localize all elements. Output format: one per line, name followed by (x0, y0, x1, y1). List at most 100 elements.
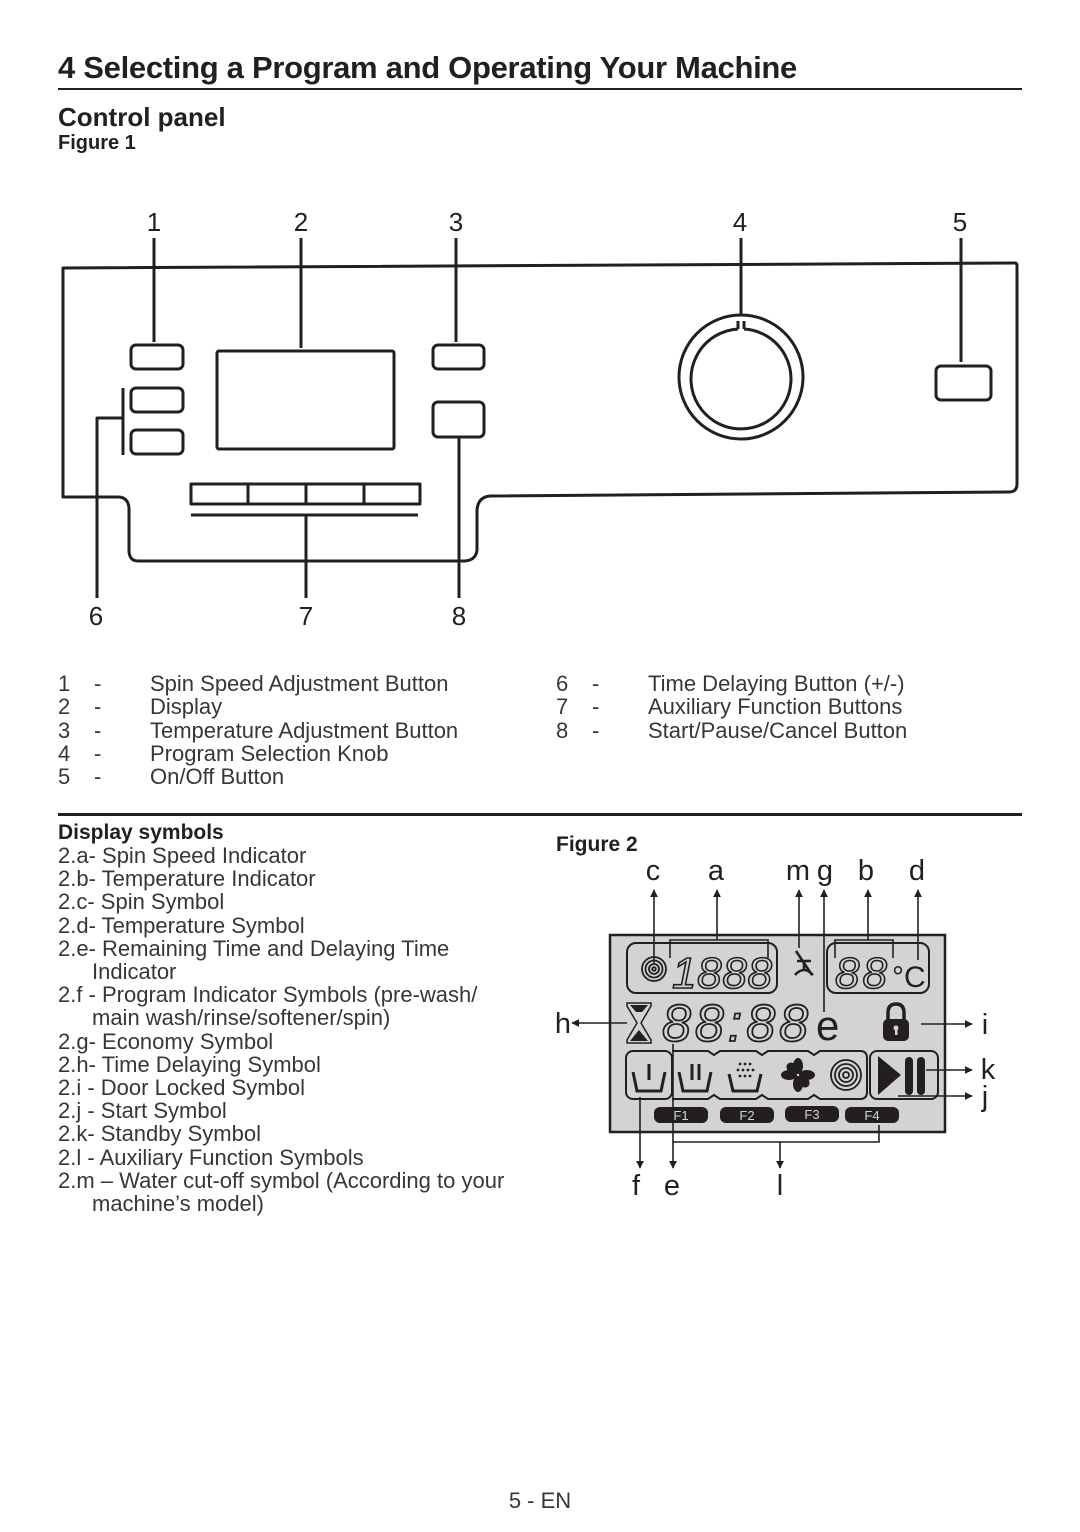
label-g: g (817, 855, 833, 887)
symbol-item: 2.k- Standby Symbol (58, 1121, 261, 1147)
f4-label: F4 (864, 1108, 879, 1123)
callout-1: 1 (147, 207, 161, 237)
legend-dash: - (592, 671, 600, 696)
program-knob-outer (677, 313, 805, 441)
title-rule (58, 88, 1022, 90)
legend-item: 2- Display (58, 694, 458, 720)
callout-6: 6 (89, 601, 103, 631)
legend-dash: - (592, 717, 600, 743)
legend-label: Auxiliary Function Buttons (648, 694, 903, 720)
legend-num: 2 (58, 694, 71, 720)
symbol-item: 2.f - Program Indicator Symbols (pre-was… (58, 982, 478, 1008)
symbol-item-continued: machine’s model) (92, 1191, 265, 1217)
callout-5: 5 (953, 207, 967, 237)
callout-8: 8 (452, 601, 466, 631)
on-off-button (934, 364, 993, 402)
symbol-item: 2.c- Spin Symbol (58, 889, 225, 915)
legend-item: 1- Spin Speed Adjustment Button (58, 671, 458, 696)
lcd-display-diagram: 1888 88 °C 88:88 e F1 F2 F3 F4 c a m g b… (555, 855, 996, 1202)
symbol-item: 2.g- Economy Symbol (58, 1028, 274, 1054)
legend-label: On/Off Button (150, 764, 285, 790)
symbol-item-continued: main wash/rinse/softener/spin) (92, 1005, 391, 1031)
legend-dash: - (94, 671, 102, 696)
legend-num: 3 (58, 717, 71, 743)
callout-numbers: 1 2 3 4 5 6 7 8 (89, 207, 967, 631)
label-d: d (909, 855, 925, 887)
legend-label: Spin Speed Adjustment Button (150, 671, 449, 696)
legend-label: Program Selection Knob (150, 740, 389, 766)
economy-symbol: e (816, 1002, 839, 1049)
legend-label: Display (150, 694, 223, 720)
label-i: i (982, 1009, 988, 1041)
legend-num: 1 (58, 671, 71, 696)
time-digits: 88:88 (662, 995, 808, 1053)
legend-num: 7 (556, 694, 569, 720)
legend-label: Start/Pause/Cancel Button (648, 717, 908, 743)
legend-label: Temperature Adjustment Button (150, 717, 459, 743)
f3-label: F3 (804, 1107, 819, 1122)
spin-speed-button (129, 343, 185, 371)
symbol-item: 2.h- Time Delaying Symbol (58, 1051, 321, 1077)
temperature-unit: °C (892, 961, 926, 994)
legend-left: 1- Spin Speed Adjustment Button 2- Display… (58, 671, 459, 790)
display-symbols-heading: Display symbols (58, 821, 224, 844)
label-c: c (646, 855, 661, 887)
callout-3: 3 (449, 207, 463, 237)
program-knob-inner (689, 327, 793, 431)
legend-item: 3- Temperature Adjustment Button (58, 717, 459, 743)
control-panel-diagram: 1 2 3 4 5 6 7 8 (61, 207, 1019, 631)
symbol-item: 2.j - Start Symbol (58, 1098, 227, 1124)
aux-button-2 (246, 482, 308, 506)
page-number: 5 - EN (508, 1488, 572, 1513)
figure1-caption: Figure 1 (58, 132, 136, 154)
legend-dash: - (94, 717, 102, 743)
legend-item: 6- Time Delaying Button (+/-) (556, 671, 907, 696)
callout-2: 2 (294, 207, 308, 237)
legend-item: 5- On/Off Button (58, 764, 458, 790)
label-l: l (777, 1170, 783, 1202)
section-rule (58, 813, 1022, 816)
display-symbols-list: 2.a- Spin Speed Indicator 2.b- Temperatu… (58, 844, 538, 1215)
delay-plus-button (129, 386, 185, 414)
legend-num: 4 (58, 740, 71, 766)
symbol-item: 2.i - Door Locked Symbol (58, 1075, 305, 1101)
temperature-button (431, 343, 486, 371)
legend-label: Time Delaying Button (+/-) (648, 671, 905, 696)
label-e: e (664, 1170, 680, 1202)
label-h: h (555, 1008, 571, 1040)
legend-dash: - (94, 764, 102, 790)
label-f: f (632, 1170, 641, 1202)
legend-num: 6 (556, 671, 569, 696)
legend-item: 7- Auxiliary Function Buttons (556, 694, 907, 720)
display-screen (215, 349, 396, 451)
symbol-item: 2.e- Remaining Time and Delaying Time (58, 935, 450, 961)
section-heading: Control panel (58, 102, 226, 132)
legend-item: 4- Program Selection Knob (58, 740, 458, 766)
legend-num: 8 (556, 717, 569, 743)
symbol-item: 2.b- Temperature Indicator (58, 866, 316, 892)
symbol-item: 2.l - Auxiliary Function Symbols (58, 1144, 364, 1170)
callout-7: 7 (299, 601, 313, 631)
f1-label: F1 (673, 1108, 688, 1123)
aux-button-4 (362, 482, 422, 506)
legend-dash: - (592, 694, 600, 720)
legend-dash: - (94, 740, 102, 766)
symbol-item: 2.d- Temperature Symbol (58, 912, 305, 938)
page-title: 4 Selecting a Program and Operating Your… (58, 50, 797, 85)
label-a: a (708, 855, 725, 887)
legend-dash: - (94, 694, 102, 720)
legend-item: 8- Start/Pause/Cancel Button (556, 717, 908, 743)
start-pause-button (431, 400, 486, 439)
symbol-item: 2.a- Spin Speed Indicator (58, 843, 307, 868)
aux-button-3 (304, 482, 366, 506)
legend-right: 6- Time Delaying Button (+/-) 7- Auxiliary… (556, 672, 907, 742)
label-m: m (786, 855, 810, 887)
symbol-item-continued: Indicator (92, 959, 177, 985)
label-j: j (981, 1081, 988, 1113)
delay-minus-button (129, 428, 185, 456)
f2-label: F2 (739, 1108, 754, 1123)
spin-speed-digits: 1888 (672, 949, 773, 998)
callout-4: 4 (733, 207, 747, 237)
aux-button-1 (189, 482, 250, 506)
symbol-item: 2.m – Water cut-off symbol (According to… (58, 1167, 505, 1193)
